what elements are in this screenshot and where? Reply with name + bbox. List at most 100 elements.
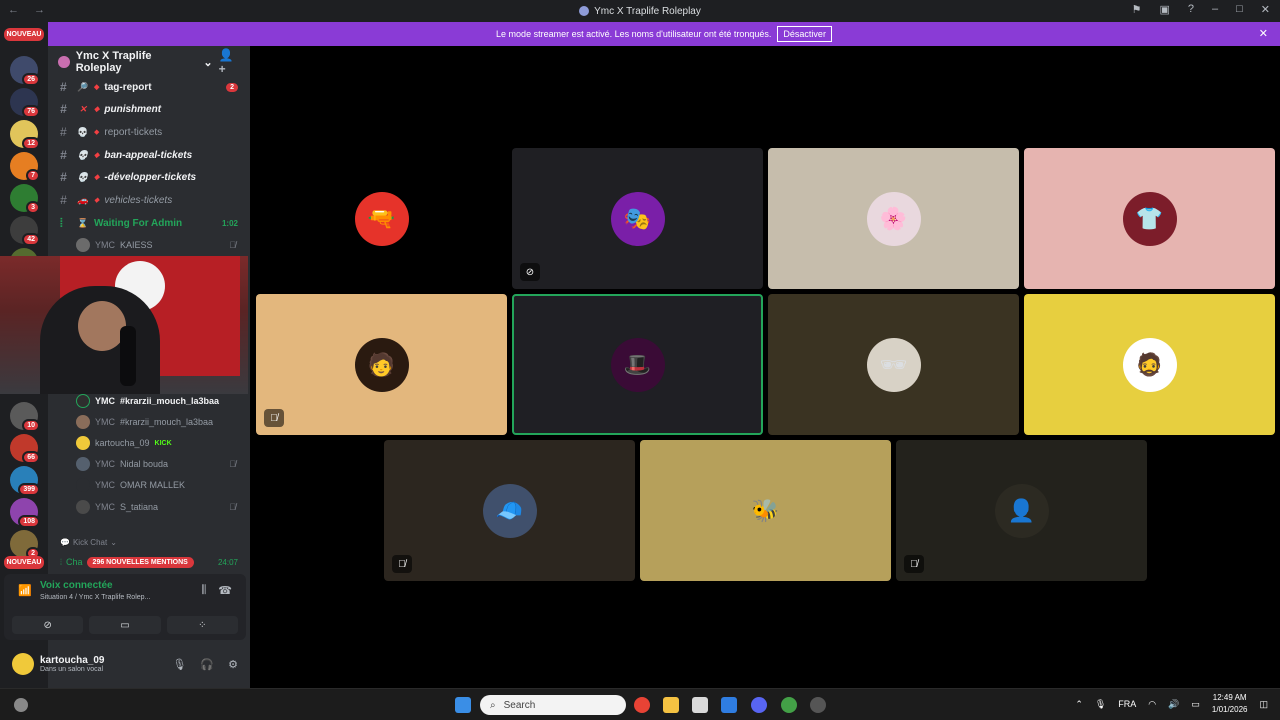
text-channel-icon: # [60, 148, 67, 162]
voice-controls: ⫼ ☎ [201, 584, 232, 597]
server-icon[interactable]: 399 [10, 466, 40, 496]
server-icon[interactable]: 7 [10, 152, 40, 182]
participant-tile[interactable]: 👕 [1024, 148, 1275, 289]
chevron-up-icon[interactable]: ⌃ [1075, 699, 1083, 710]
voice-member[interactable]: YMC S_tatiana 🎙̸ [76, 497, 250, 517]
close-window-button[interactable]: ✕ [1261, 3, 1270, 16]
voice-channel-cha[interactable]: ⦙ Cha 296 NOUVELLES MENTIONS 24:07 [48, 554, 250, 570]
titlebar-controls: ⚑ ▣ ? – □ ✕ [1132, 3, 1270, 16]
new-badge-top[interactable]: NOUVEAU [4, 28, 44, 41]
file-explorer-icon[interactable] [663, 697, 679, 713]
participant-tile[interactable]: 🎭 ⊘ [512, 148, 763, 289]
user-info[interactable]: kartoucha_09 Dans un salon vocal [40, 655, 104, 673]
new-badge-bottom[interactable]: NOUVEAU [4, 556, 44, 569]
gear-icon[interactable]: ⚙ [228, 658, 238, 671]
participant-tile[interactable]: 🧢 🎙̸ [384, 440, 635, 581]
taskbar-search[interactable]: ⌕ Search [480, 695, 626, 715]
flag-icon[interactable]: ⚑ [1132, 3, 1142, 16]
activities-button[interactable]: ⁘ [166, 616, 238, 634]
participant-tile[interactable]: 🧑 🎙̸ [256, 294, 507, 435]
notifications-icon[interactable]: ◫ [1259, 699, 1268, 710]
app-icon[interactable] [810, 697, 826, 713]
participant-tile[interactable]: 🐝 [640, 440, 891, 581]
mic-icon[interactable]: 🎙 [172, 658, 186, 671]
voice-status[interactable]: Voix connectée [40, 580, 113, 591]
category-label: Kick Chat [72, 537, 108, 547]
channel-ban-appeal-tickets[interactable]: # 💀 ◆ ban-appeal-tickets [48, 144, 250, 166]
avatar[interactable] [12, 653, 34, 675]
noise-suppression-icon[interactable]: ⫼ [201, 584, 206, 597]
windows-start-icon[interactable] [455, 697, 471, 713]
chrome-icon[interactable] [634, 697, 650, 713]
channel-emoji: 💀 [77, 171, 89, 182]
disable-streamer-button[interactable]: Désactiver [777, 26, 832, 42]
wifi-icon[interactable]: ◠ [1148, 699, 1156, 710]
participant-avatar: 🐝 [738, 483, 793, 538]
streamer-face [78, 301, 126, 351]
chrome-profile-icon[interactable] [781, 697, 797, 713]
participant-tile[interactable]: 🕶 [768, 294, 1019, 435]
mail-icon[interactable] [721, 697, 737, 713]
invite-people-icon[interactable]: 👤+ [219, 48, 240, 76]
server-icon[interactable]: 12 [10, 120, 40, 150]
participant-tile[interactable]: 🧔 [1024, 294, 1275, 435]
close-icon[interactable]: ✕ [1259, 27, 1268, 40]
server-icon[interactable]: 10 [10, 402, 40, 432]
new-mentions-badge[interactable]: 296 NOUVELLES MENTIONS [86, 556, 194, 568]
voice-member[interactable]: YMC #krarzii_mouch_la3baa [76, 412, 250, 432]
diamond-icon: ◆ [94, 129, 100, 136]
voice-member[interactable]: YMC OMAR MALLEK [76, 475, 250, 495]
inbox-icon[interactable]: ▣ [1159, 3, 1169, 16]
channel-vehicles-tickets[interactable]: # 🚗 ◆ vehicles-tickets [48, 189, 250, 211]
server-icon[interactable]: 42 [10, 216, 40, 246]
guild-header[interactable]: Ymc X Traplife Roleplay ⌄ 👤+ [48, 46, 250, 78]
participant-avatar: 🧢 [482, 483, 537, 538]
minimize-button[interactable]: – [1212, 3, 1218, 16]
voice-member[interactable]: YMC Nidal bouda 🎙̸ [76, 454, 250, 474]
system-tray: ⌃ 🎙 FRA ◠ 🔊 ▭ 12:49 AM 1/01/2026 ◫ [1075, 692, 1268, 716]
server-icon[interactable]: 66 [10, 434, 40, 464]
nav-arrows[interactable]: ← → [8, 4, 51, 16]
voice-channel-waiting[interactable]: ⦙ ⌛ Waiting For Admin 1:02 [48, 212, 250, 234]
member-name: kartoucha_09 [95, 438, 150, 448]
voice-member[interactable]: YMC KAIESS 🎙̸ [76, 235, 250, 255]
text-channel-icon: # [60, 193, 67, 207]
participant-avatar: 🎩 [610, 337, 665, 392]
channel-report-tickets[interactable]: # 💀 ◆ report-tickets [48, 121, 250, 143]
battery-icon[interactable]: ▭ [1191, 699, 1200, 710]
headphones-icon[interactable]: 🎧 [200, 658, 214, 671]
server-icon[interactable]: 108 [10, 498, 40, 528]
language-indicator[interactable]: FRA [1118, 699, 1136, 709]
signal-icon: 📶 [18, 585, 32, 597]
voice-member[interactable]: kartoucha_09 KICK [76, 433, 250, 453]
participant-tile[interactable]: 👤 🎙̸ [896, 440, 1147, 581]
server-icon[interactable]: 2 [10, 530, 40, 560]
participant-tile[interactable]: 🌸 [768, 148, 1019, 289]
member-name: Nidal bouda [120, 459, 169, 469]
channel-punishment[interactable]: # ✕ ◆ punishment [48, 98, 250, 120]
participant-avatar: 🕶 [866, 337, 921, 392]
server-icon[interactable]: 3 [10, 184, 40, 214]
volume-icon[interactable]: 🔊 [1168, 699, 1179, 710]
voice-member[interactable]: YMC #krarzii_mouch_la3baa [76, 391, 250, 411]
participant-tile[interactable]: 🔫 [256, 148, 507, 289]
participant-tile[interactable]: 🎩 [512, 294, 763, 435]
screen-share-button[interactable]: ▭ [89, 616, 161, 634]
camera-off-button[interactable]: ⊘ [12, 616, 84, 634]
channel-tag-report[interactable]: # 🔎 ◆ tag-report 2 [48, 76, 250, 98]
user-panel: kartoucha_09 Dans un salon vocal 🎙 🎧 ⚙ [4, 644, 246, 684]
clock[interactable]: 12:49 AM 1/01/2026 [1212, 692, 1248, 716]
server-icon[interactable]: 26 [10, 56, 40, 86]
maximize-button[interactable]: □ [1236, 3, 1243, 16]
help-icon[interactable]: ? [1188, 3, 1194, 16]
discord-icon[interactable] [751, 697, 767, 713]
store-icon[interactable] [692, 697, 708, 713]
category-kick-chat[interactable]: 💬 Kick Chat ⌄ [48, 534, 250, 550]
channel-developper-tickets[interactable]: # 💀 ◆ -développer-tickets [48, 166, 250, 188]
server-icon[interactable]: 76 [10, 88, 40, 118]
voice-location[interactable]: Situation 4 / Ymc X Traplife Rolep... [40, 594, 150, 601]
widgets-icon[interactable] [14, 698, 28, 712]
webcam-overlay [0, 256, 248, 394]
disconnect-icon[interactable]: ☎ [218, 584, 232, 597]
mic-icon[interactable]: 🎙 [1095, 699, 1106, 710]
